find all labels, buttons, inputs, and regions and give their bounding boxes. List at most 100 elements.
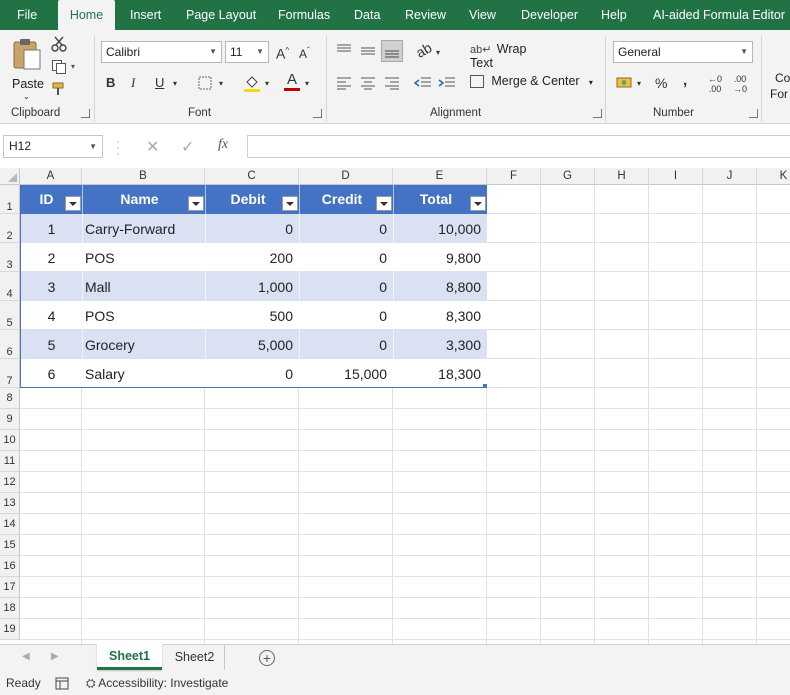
bold-button[interactable]: B: [106, 74, 115, 92]
copy-icon[interactable]: [51, 59, 67, 75]
borders-dropdown-icon[interactable]: ▾: [219, 75, 223, 93]
font-name-select[interactable]: Calibri ▼: [101, 41, 222, 63]
row-header[interactable]: 7: [0, 359, 20, 388]
row-header[interactable]: 10: [0, 430, 20, 451]
increase-font-size-icon[interactable]: A^: [276, 42, 289, 63]
merge-center-button[interactable]: Merge & Center ▾: [470, 74, 598, 94]
row-header[interactable]: 17: [0, 577, 20, 598]
number-format-select[interactable]: General ▼: [613, 41, 753, 63]
insert-function-button[interactable]: fx: [218, 137, 228, 153]
align-top-icon[interactable]: [336, 43, 352, 57]
tab-developer[interactable]: Developer: [521, 0, 578, 30]
table-resize-handle[interactable]: [483, 384, 487, 388]
decrease-decimal-icon[interactable]: .00 →0: [733, 74, 747, 94]
scroll-sheets-right-icon[interactable]: ▶: [51, 651, 59, 662]
table-cell[interactable]: Salary: [85, 366, 203, 382]
decrease-indent-icon[interactable]: [414, 76, 432, 90]
font-color-dropdown-icon[interactable]: ▾: [305, 75, 309, 93]
increase-indent-icon[interactable]: [438, 76, 456, 90]
row-header[interactable]: 16: [0, 556, 20, 577]
align-center-icon[interactable]: [360, 76, 376, 90]
tab-help[interactable]: Help: [601, 0, 627, 30]
row-header[interactable]: 1: [0, 185, 20, 214]
name-box[interactable]: H12 ▼: [3, 135, 103, 158]
row-header[interactable]: 13: [0, 493, 20, 514]
table-cell[interactable]: Mall: [85, 279, 203, 295]
table-cell[interactable]: 6: [21, 366, 82, 382]
select-all-corner[interactable]: [0, 168, 20, 185]
table-cell[interactable]: 0: [300, 337, 387, 353]
tab-formulas[interactable]: Formulas: [278, 0, 330, 30]
worksheet-grid[interactable]: A B C D E F G H I J K 1 2 3 4 5 6 7 8 9 …: [0, 168, 790, 644]
format-painter-icon[interactable]: [51, 81, 67, 97]
font-size-select[interactable]: 11 ▼: [225, 41, 269, 63]
table-cell[interactable]: 500: [206, 308, 293, 324]
table-cell[interactable]: 5: [21, 337, 82, 353]
row-header[interactable]: 4: [0, 272, 20, 301]
table-cell[interactable]: 15,000: [300, 366, 387, 382]
wrap-text-button[interactable]: ab↵ Wrap Text: [470, 42, 550, 70]
increase-decimal-icon[interactable]: ←0.00: [708, 74, 722, 94]
borders-icon[interactable]: [198, 76, 212, 90]
align-left-icon[interactable]: [336, 76, 352, 90]
table-cell[interactable]: 200: [206, 250, 293, 266]
fill-color-icon[interactable]: [243, 74, 261, 92]
tab-ai-formula-editor[interactable]: AI-aided Formula Editor: [653, 0, 785, 30]
align-right-icon[interactable]: [384, 76, 400, 90]
column-header[interactable]: G: [541, 168, 595, 185]
table-cell[interactable]: 0: [206, 221, 293, 237]
underline-dropdown-icon[interactable]: ▾: [173, 75, 177, 93]
column-header[interactable]: F: [487, 168, 541, 185]
filter-dropdown-icon[interactable]: [470, 196, 486, 211]
filter-dropdown-icon[interactable]: [65, 196, 81, 211]
row-header[interactable]: 15: [0, 535, 20, 556]
column-header[interactable]: C: [205, 168, 299, 185]
tab-insert[interactable]: Insert: [130, 0, 161, 30]
table-cell[interactable]: Grocery: [85, 337, 203, 353]
cut-icon[interactable]: [51, 36, 67, 52]
align-middle-icon[interactable]: [360, 44, 376, 58]
sheet-tab-sheet2[interactable]: Sheet2: [165, 645, 225, 670]
column-header[interactable]: A: [20, 168, 82, 185]
column-header[interactable]: J: [703, 168, 757, 185]
row-header[interactable]: 3: [0, 243, 20, 272]
table-cell[interactable]: POS: [85, 250, 203, 266]
table-cell[interactable]: 0: [300, 308, 387, 324]
tab-data[interactable]: Data: [354, 0, 380, 30]
row-header[interactable]: 5: [0, 301, 20, 330]
column-header[interactable]: D: [299, 168, 393, 185]
table-cell[interactable]: 8,300: [394, 308, 481, 324]
table-cell[interactable]: 2: [21, 250, 82, 266]
conditional-formatting-button[interactable]: Co For: [770, 70, 790, 102]
table-cell[interactable]: 10,000: [394, 221, 481, 237]
decrease-font-size-icon[interactable]: Aˇ: [299, 42, 310, 63]
number-launcher-icon[interactable]: [749, 109, 758, 118]
row-header[interactable]: 8: [0, 388, 20, 409]
formula-input[interactable]: [247, 135, 790, 158]
orientation-icon[interactable]: ab: [413, 38, 435, 61]
font-launcher-icon[interactable]: [313, 109, 322, 118]
row-header[interactable]: 2: [0, 214, 20, 243]
orientation-dropdown-icon[interactable]: ▾: [436, 44, 440, 62]
italic-button[interactable]: I: [131, 74, 135, 92]
filter-dropdown-icon[interactable]: [188, 196, 204, 211]
row-header[interactable]: 18: [0, 598, 20, 619]
table-cell[interactable]: 1,000: [206, 279, 293, 295]
new-sheet-button[interactable]: +: [259, 650, 275, 666]
row-header[interactable]: 11: [0, 451, 20, 472]
accounting-dropdown-icon[interactable]: ▾: [637, 75, 641, 93]
accounting-format-icon[interactable]: [616, 75, 634, 91]
filter-dropdown-icon[interactable]: [282, 196, 298, 211]
table-cell[interactable]: Carry-Forward: [85, 221, 203, 237]
paste-button[interactable]: Paste ⌄: [8, 36, 46, 101]
row-header[interactable]: 6: [0, 330, 20, 359]
row-header[interactable]: 19: [0, 619, 20, 640]
fill-color-dropdown-icon[interactable]: ▾: [265, 75, 269, 93]
accessibility-checker[interactable]: ⛭ Accessibility: Investigate: [86, 676, 228, 691]
table-cell[interactable]: 8,800: [394, 279, 481, 295]
filter-dropdown-icon[interactable]: [376, 196, 392, 211]
table-cell[interactable]: 5,000: [206, 337, 293, 353]
table-cell[interactable]: 0: [206, 366, 293, 382]
scroll-sheets-left-icon[interactable]: ◀: [22, 651, 30, 662]
tab-view[interactable]: View: [469, 0, 496, 30]
